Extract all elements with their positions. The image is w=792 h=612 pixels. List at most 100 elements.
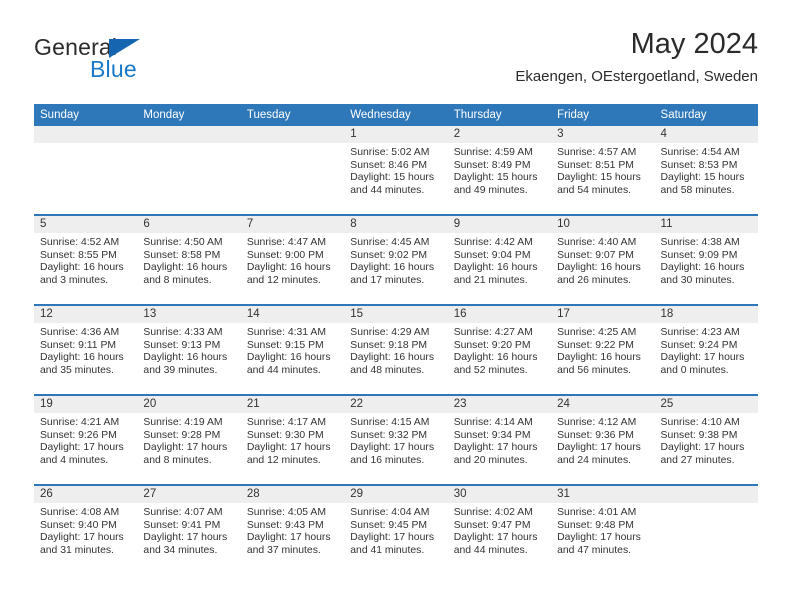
daylight-text-line2: and 44 minutes. xyxy=(350,184,425,196)
day-cell[interactable]: 11 Sunrise: 4:38 AM Sunset: 9:09 PM Dayligh… xyxy=(654,216,758,304)
calendar-page: General Blue May 2024 Ekaengen, OEstergo… xyxy=(0,0,792,612)
day-number: 25 xyxy=(660,398,674,410)
daylight-text-line1: Daylight: 16 hours xyxy=(660,262,745,274)
day-cell[interactable]: 8 Sunrise: 4:45 AM Sunset: 9:02 PM Daylight… xyxy=(344,216,448,304)
daylight-text-line1: Daylight: 17 hours xyxy=(143,442,228,454)
day-details: Sunrise: 4:17 AM Sunset: 9:30 PM Daylight:… xyxy=(241,413,344,467)
daylight-text-line2: and 48 minutes. xyxy=(350,364,425,376)
daylight-text-line2: and 31 minutes. xyxy=(40,544,114,556)
sunset-text: Sunset: 9:24 PM xyxy=(660,339,738,351)
day-details: Sunrise: 4:04 AM Sunset: 9:45 PM Daylight:… xyxy=(344,503,447,557)
daylight-text-line1: Daylight: 16 hours xyxy=(143,352,228,364)
brand-name-blue: Blue xyxy=(90,56,137,82)
sunset-text: Sunset: 9:38 PM xyxy=(660,429,738,441)
day-cell[interactable]: 30 Sunrise: 4:02 AM Sunset: 9:47 PM Dayligh… xyxy=(447,486,552,574)
day-cell[interactable]: 21 Sunrise: 4:17 AM Sunset: 9:30 PM Dayligh… xyxy=(240,396,345,484)
day-cell[interactable]: 27 Sunrise: 4:07 AM Sunset: 9:41 PM Dayligh… xyxy=(137,486,241,574)
day-cell[interactable]: 2 Sunrise: 4:59 AM Sunset: 8:49 PM Daylight… xyxy=(447,126,552,214)
day-cell[interactable]: 12 Sunrise: 4:36 AM Sunset: 9:11 PM Dayligh… xyxy=(34,306,138,394)
sunset-text: Sunset: 8:49 PM xyxy=(453,159,531,171)
daylight-text-line1: Daylight: 17 hours xyxy=(453,532,538,544)
sunrise-text: Sunrise: 4:50 AM xyxy=(143,237,223,248)
daylight-text-line2: and 16 minutes. xyxy=(350,454,425,466)
day-cell[interactable]: 18 Sunrise: 4:23 AM Sunset: 9:24 PM Dayligh… xyxy=(654,306,758,394)
sunset-text: Sunset: 9:36 PM xyxy=(557,429,634,441)
daylight-text-line1: Daylight: 17 hours xyxy=(660,352,745,364)
sunrise-text: Sunrise: 5:02 AM xyxy=(350,147,430,158)
sunrise-text: Sunrise: 4:33 AM xyxy=(143,327,223,338)
day-cell[interactable]: 31 Sunrise: 4:01 AM Sunset: 9:48 PM Dayligh… xyxy=(551,486,655,574)
day-number: 16 xyxy=(453,308,467,320)
day-cell[interactable]: 15 Sunrise: 4:29 AM Sunset: 9:18 PM Dayligh… xyxy=(344,306,448,394)
day-number-band xyxy=(137,126,241,143)
day-cell[interactable]: 25 Sunrise: 4:10 AM Sunset: 9:38 PM Dayligh… xyxy=(654,396,758,484)
sunrise-text: Sunrise: 4:29 AM xyxy=(350,327,430,338)
day-number-band: 1 xyxy=(344,126,448,143)
brand-logo[interactable]: General Blue xyxy=(34,34,254,92)
sunrise-text: Sunrise: 4:42 AM xyxy=(453,237,533,248)
day-number: 31 xyxy=(557,488,570,500)
day-number: 18 xyxy=(660,308,674,320)
day-cell[interactable]: 29 Sunrise: 4:04 AM Sunset: 9:45 PM Dayligh… xyxy=(344,486,448,574)
daylight-text-line1: Daylight: 17 hours xyxy=(246,442,331,454)
day-cell[interactable]: 6 Sunrise: 4:50 AM Sunset: 8:58 PM Daylight… xyxy=(137,216,241,304)
day-number-band: 24 xyxy=(551,396,655,413)
day-cell[interactable]: 19 Sunrise: 4:21 AM Sunset: 9:26 PM Dayligh… xyxy=(34,396,138,484)
sunset-text: Sunset: 9:32 PM xyxy=(350,429,428,441)
day-cell[interactable]: 28 Sunrise: 4:05 AM Sunset: 9:43 PM Dayligh… xyxy=(240,486,345,574)
daylight-text-line2: and 34 minutes. xyxy=(143,544,218,556)
day-cell[interactable]: 13 Sunrise: 4:33 AM Sunset: 9:13 PM Dayligh… xyxy=(137,306,241,394)
day-number-band: 31 xyxy=(551,486,655,503)
day-number-band: 2 xyxy=(447,126,552,143)
day-cell[interactable]: 10 Sunrise: 4:40 AM Sunset: 9:07 PM Dayligh… xyxy=(551,216,655,304)
day-number-band: 30 xyxy=(447,486,552,503)
daylight-text-line1: Daylight: 17 hours xyxy=(350,532,435,544)
weekday-header-thursday: Thursday xyxy=(453,109,502,121)
day-number-band: 22 xyxy=(344,396,448,413)
sunrise-text: Sunrise: 4:31 AM xyxy=(246,327,326,338)
weekday-header-monday: Monday xyxy=(143,109,185,121)
day-cell[interactable]: 5 Sunrise: 4:52 AM Sunset: 8:55 PM Daylight… xyxy=(34,216,138,304)
sunset-text: Sunset: 8:53 PM xyxy=(660,159,738,171)
day-details: Sunrise: 4:57 AM Sunset: 8:51 PM Daylight:… xyxy=(551,143,654,197)
day-details: Sunrise: 4:05 AM Sunset: 9:43 PM Daylight:… xyxy=(241,503,344,557)
sunrise-text: Sunrise: 4:04 AM xyxy=(350,507,430,518)
day-number: 19 xyxy=(40,398,53,410)
daylight-text-line2: and 54 minutes. xyxy=(557,184,632,196)
calendar-weeks: 1 Sunrise: 5:02 AM Sunset: 8:46 PM Daylight… xyxy=(34,126,758,574)
day-cell[interactable]: 4 Sunrise: 4:54 AM Sunset: 8:53 PM Daylight… xyxy=(654,126,758,214)
day-number-band: 3 xyxy=(551,126,655,143)
week-row: 1 Sunrise: 5:02 AM Sunset: 8:46 PM Daylight… xyxy=(34,126,758,214)
day-cell[interactable]: 26 Sunrise: 4:08 AM Sunset: 9:40 PM Dayligh… xyxy=(34,486,138,574)
day-cell[interactable]: 1 Sunrise: 5:02 AM Sunset: 8:46 PM Daylight… xyxy=(344,126,448,214)
day-cell[interactable]: 23 Sunrise: 4:14 AM Sunset: 9:34 PM Dayligh… xyxy=(447,396,552,484)
daylight-text-line2: and 47 minutes. xyxy=(557,544,632,556)
day-details: Sunrise: 5:02 AM Sunset: 8:46 PM Daylight:… xyxy=(344,143,447,197)
day-cell[interactable]: 24 Sunrise: 4:12 AM Sunset: 9:36 PM Dayligh… xyxy=(551,396,655,484)
daylight-text-line2: and 8 minutes. xyxy=(143,274,212,286)
daylight-text-line2: and 21 minutes. xyxy=(453,274,528,286)
day-number: 6 xyxy=(143,218,150,230)
day-cell[interactable]: 22 Sunrise: 4:15 AM Sunset: 9:32 PM Dayligh… xyxy=(344,396,448,484)
day-details: Sunrise: 4:50 AM Sunset: 8:58 PM Daylight:… xyxy=(137,233,240,287)
day-number: 7 xyxy=(246,218,254,230)
day-number-band: 16 xyxy=(447,306,552,323)
daylight-text-line1: Daylight: 15 hours xyxy=(350,172,435,184)
daylight-text-line2: and 3 minutes. xyxy=(40,274,109,286)
daylight-text-line1: Daylight: 17 hours xyxy=(350,442,435,454)
day-cell[interactable]: 17 Sunrise: 4:25 AM Sunset: 9:22 PM Dayligh… xyxy=(551,306,655,394)
day-cell[interactable]: 20 Sunrise: 4:19 AM Sunset: 9:28 PM Dayligh… xyxy=(137,396,241,484)
sunrise-text: Sunrise: 4:15 AM xyxy=(350,417,430,428)
day-details: Sunrise: 4:45 AM Sunset: 9:02 PM Daylight:… xyxy=(344,233,447,287)
day-cell[interactable]: 14 Sunrise: 4:31 AM Sunset: 9:15 PM Dayligh… xyxy=(240,306,345,394)
day-number: 1 xyxy=(350,128,357,140)
day-number: 12 xyxy=(40,308,53,320)
daylight-text-line2: and 58 minutes. xyxy=(660,184,735,196)
daylight-text-line2: and 30 minutes. xyxy=(660,274,735,286)
day-number-band: 12 xyxy=(34,306,138,323)
day-cell[interactable]: 7 Sunrise: 4:47 AM Sunset: 9:00 PM Daylight… xyxy=(240,216,345,304)
day-cell[interactable]: 9 Sunrise: 4:42 AM Sunset: 9:04 PM Daylight… xyxy=(447,216,552,304)
day-cell[interactable]: 16 Sunrise: 4:27 AM Sunset: 9:20 PM Dayligh… xyxy=(447,306,552,394)
day-cell[interactable]: 3 Sunrise: 4:57 AM Sunset: 8:51 PM Daylight… xyxy=(551,126,655,214)
day-number: 17 xyxy=(557,308,570,320)
